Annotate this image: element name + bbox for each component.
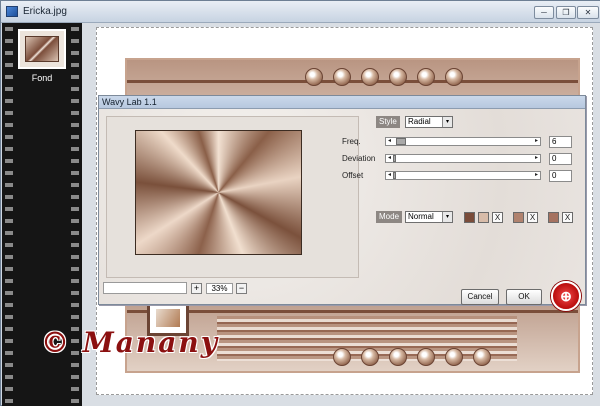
remove-color-2-button[interactable]: X: [527, 212, 538, 223]
restore-button[interactable]: ❐: [556, 6, 576, 19]
filter-logo-icon[interactable]: ⊕: [551, 281, 581, 311]
app-window: Ericka.jpg ─ ❐ ✕ Fond Wavy Lab 1.1 + 33%…: [0, 0, 600, 406]
deviation-slider[interactable]: ◂ ▸: [385, 154, 541, 163]
param-label-freq: Freq.: [342, 137, 361, 146]
freq-input[interactable]: 6: [549, 136, 572, 148]
radial-preview: [135, 130, 302, 255]
close-button[interactable]: ✕: [577, 6, 599, 19]
dialog-body: + 33% − Style Radial ▾ Freq. ◂ ▸ 6 Deviat…: [99, 109, 585, 311]
deviation-slider-thumb[interactable]: [393, 155, 396, 162]
chevron-down-icon: ▾: [442, 117, 452, 127]
app-icon: [6, 6, 18, 17]
deviation-input[interactable]: 0: [549, 153, 572, 165]
chevron-down-icon: ▾: [442, 212, 452, 222]
color-swatch-1[interactable]: [464, 212, 475, 223]
zoom-out-button[interactable]: −: [236, 283, 247, 294]
style-label: Style: [376, 116, 400, 128]
zoom-value: 33%: [206, 283, 233, 294]
param-label-deviation: Deviation: [342, 154, 376, 163]
copyright-watermark: © Manany: [41, 326, 220, 359]
mode-select[interactable]: Normal ▾: [405, 211, 453, 223]
preview-panel: [106, 116, 359, 278]
window-title: Ericka.jpg: [23, 6, 67, 17]
color-swatch-3[interactable]: [513, 212, 524, 223]
cancel-button[interactable]: Cancel: [461, 289, 499, 305]
layer-name: Fond: [31, 73, 53, 83]
mode-label: Mode: [376, 211, 403, 223]
title-bar[interactable]: Ericka.jpg ─ ❐ ✕: [1, 1, 600, 23]
mode-value: Normal: [408, 212, 434, 221]
color-swatch-4[interactable]: [548, 212, 559, 223]
film-perforation-left: [5, 23, 13, 406]
remove-color-1-button[interactable]: X: [492, 212, 503, 223]
layer-thumbnail[interactable]: [18, 29, 66, 69]
freq-slider[interactable]: ◂ ▸: [385, 137, 541, 146]
freq-slider-thumb[interactable]: [396, 138, 406, 145]
zoom-slider-track[interactable]: [103, 282, 187, 294]
minimize-button[interactable]: ─: [534, 6, 554, 19]
offset-input[interactable]: 0: [549, 170, 572, 182]
remove-color-3-button[interactable]: X: [562, 212, 573, 223]
ok-button[interactable]: OK: [506, 289, 542, 305]
color-swatch-2[interactable]: [478, 212, 489, 223]
offset-slider[interactable]: ◂ ▸: [385, 171, 541, 180]
param-label-offset: Offset: [342, 171, 364, 180]
dialog-title[interactable]: Wavy Lab 1.1: [99, 96, 585, 109]
zoom-in-button[interactable]: +: [191, 283, 202, 294]
style-value: Radial: [408, 117, 431, 126]
wavy-lab-dialog: Wavy Lab 1.1 + 33% − Style Radial ▾ Freq…: [98, 95, 586, 311]
style-select[interactable]: Radial ▾: [405, 116, 453, 128]
offset-slider-thumb[interactable]: [393, 172, 396, 179]
